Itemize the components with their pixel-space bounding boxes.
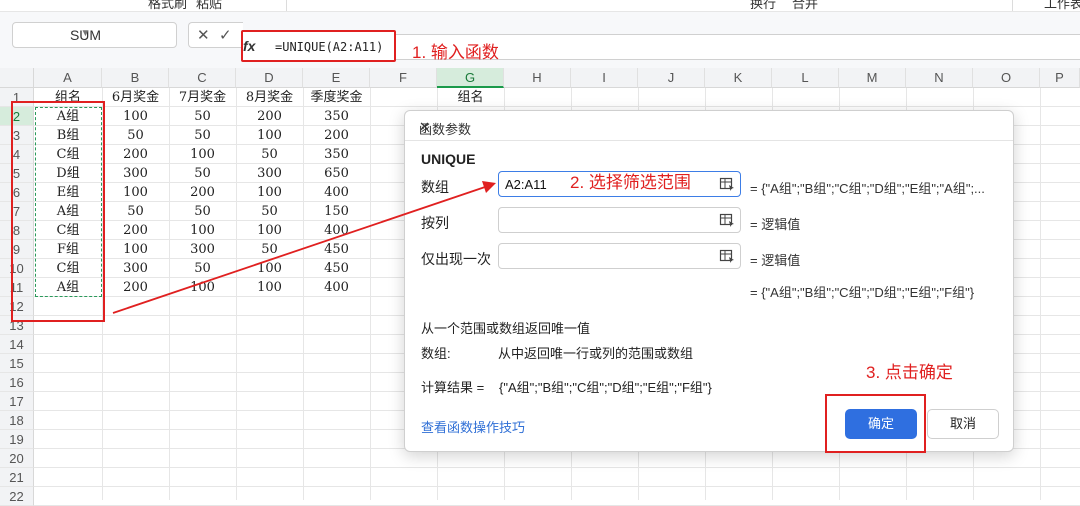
annotation-arrow	[112, 181, 496, 314]
